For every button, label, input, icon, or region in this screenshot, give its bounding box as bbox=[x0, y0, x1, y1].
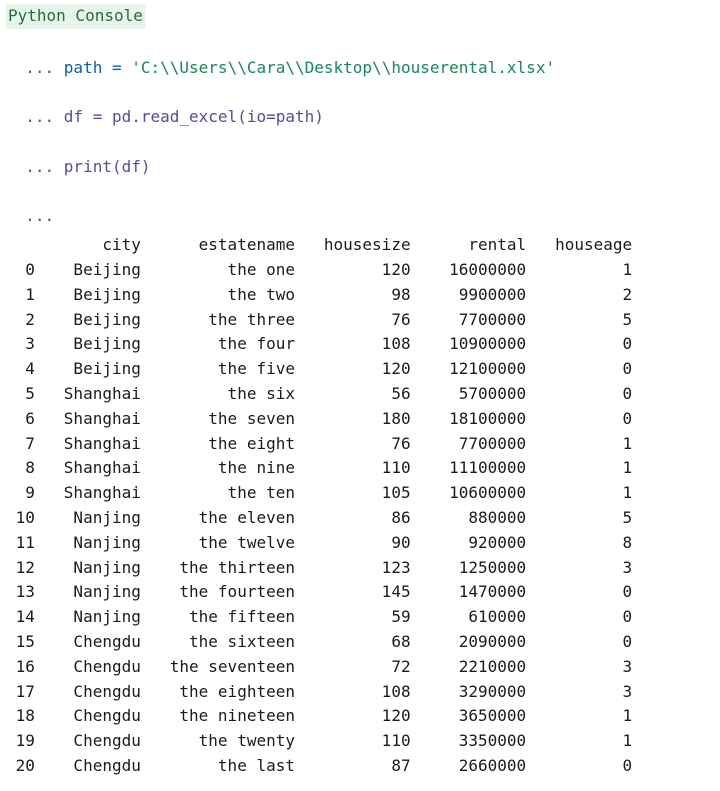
code-line-empty: ... bbox=[6, 180, 714, 230]
dataframe-output: city estatename housesize rental houseag… bbox=[6, 233, 714, 779]
code-line-print: ... print(df) bbox=[6, 130, 714, 180]
console-title: Python Console bbox=[6, 4, 145, 29]
prompt: ... bbox=[25, 58, 64, 77]
prompt: ... bbox=[25, 107, 64, 126]
prompt: ... bbox=[25, 206, 64, 225]
prompt: ... bbox=[25, 157, 64, 176]
token-code: df = pd.read_excel(io=path) bbox=[64, 107, 324, 126]
token-path-lhs: path = bbox=[64, 58, 131, 77]
token-string-literal: 'C:\\Users\\Cara\\Desktop\\houserental.x… bbox=[131, 58, 555, 77]
code-line-assign-path: ... path = 'C:\\Users\\Cara\\Desktop\\ho… bbox=[6, 31, 714, 81]
token-code: print(df) bbox=[64, 157, 151, 176]
code-line-read-excel: ... df = pd.read_excel(io=path) bbox=[6, 80, 714, 130]
